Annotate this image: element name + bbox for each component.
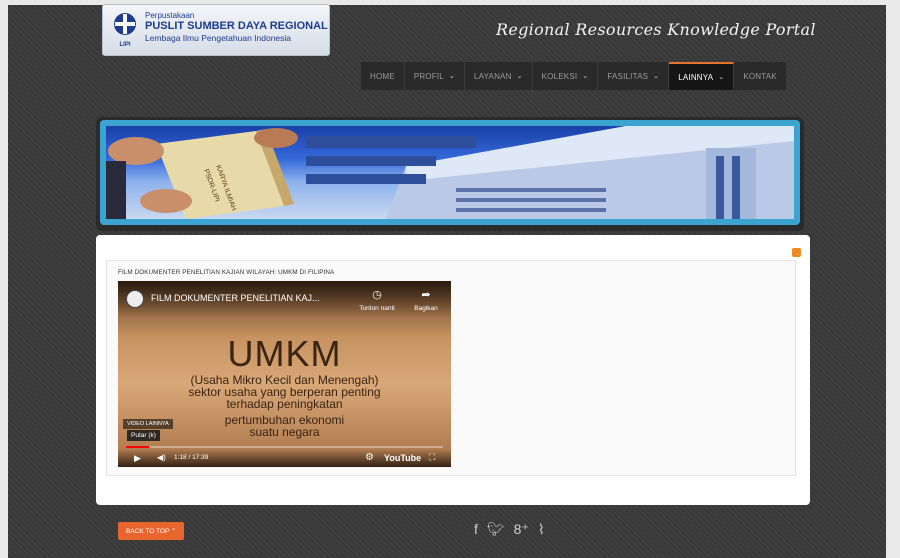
share-label: Bagikan bbox=[414, 305, 438, 312]
logo-emblem-label: LIPI bbox=[119, 42, 131, 48]
nav-label: LAYANAN bbox=[474, 71, 512, 81]
nav-item-home[interactable]: HOME bbox=[361, 62, 405, 90]
rss-feed-icon[interactable] bbox=[792, 248, 801, 257]
nav-item-profil[interactable]: PROFIL ⌄ bbox=[405, 62, 465, 90]
nav-label: KONTAK bbox=[743, 71, 777, 81]
chevron-down-icon: ⌄ bbox=[653, 73, 660, 80]
chevron-down-icon: ⌄ bbox=[516, 73, 523, 80]
play-icon[interactable]: ▶ bbox=[134, 453, 141, 464]
youtube-logo[interactable]: YouTube bbox=[384, 453, 421, 463]
clock-icon: ◷ bbox=[372, 289, 382, 301]
google-plus-icon[interactable]: 8⁺ bbox=[514, 521, 529, 538]
share-button[interactable]: ➦ Bagikan bbox=[406, 289, 446, 312]
video-title[interactable]: FILM DOKUMENTER PENELITIAN KAJ... bbox=[151, 293, 320, 303]
article-title: FILM DOKUMENTER PENELITIAN KAJIAN WILAYA… bbox=[118, 269, 335, 276]
chevron-down-icon: ⌄ bbox=[718, 74, 725, 81]
play-tooltip: Putar (k) bbox=[127, 430, 160, 441]
video-controls: ▶ ◀) 1:18 / 17:39 ⚙ YouTube ⛶ bbox=[118, 449, 451, 467]
video-headline: UMKM bbox=[227, 333, 342, 374]
main-nav: HOME PROFIL ⌄ LAYANAN ⌄ KOLEKSI ⌄ FASILITAS… bbox=[361, 62, 787, 90]
fullscreen-icon[interactable]: ⛶ bbox=[429, 452, 435, 463]
video-time: 1:18 / 17:39 bbox=[174, 454, 209, 461]
nav-item-fasilitas[interactable]: FASILITAS ⌄ bbox=[598, 62, 670, 90]
rss-icon[interactable]: ⌇ bbox=[538, 521, 545, 538]
twitter-icon[interactable]: 🐦︎ bbox=[487, 521, 505, 538]
back-to-top-button[interactable]: BACK TO TOP ⌃ bbox=[118, 522, 185, 540]
nav-item-kontak[interactable]: KONTAK bbox=[734, 62, 787, 90]
logo-line-1: Perpustakaan bbox=[145, 11, 195, 20]
chevron-down-icon: ⌄ bbox=[582, 73, 589, 80]
nav-label: FASILITAS bbox=[607, 71, 649, 81]
nav-label: PROFIL bbox=[413, 71, 444, 81]
site-logo[interactable]: LIPI Perpustakaan PUSLIT SUMBER DAYA REG… bbox=[102, 4, 330, 56]
video-progress-fill bbox=[126, 446, 150, 448]
facebook-icon[interactable]: f bbox=[474, 521, 478, 538]
nav-item-layanan[interactable]: LAYANAN ⌄ bbox=[465, 62, 533, 90]
video-text-line-3: terhadap peningkatan bbox=[226, 397, 343, 411]
chevron-down-icon: ⌄ bbox=[448, 73, 455, 80]
banner-illustration: KARYA ILMIAH PSDR-LIPI bbox=[106, 126, 794, 219]
watch-later-button[interactable]: ◷ Tonton nanti bbox=[352, 289, 402, 312]
watch-later-label: Tonton nanti bbox=[359, 305, 395, 312]
settings-gear-icon[interactable]: ⚙ bbox=[365, 452, 374, 463]
nav-label: KOLEKSI bbox=[541, 71, 578, 81]
logo-line-3: Lembaga Ilmu Pengetahuan Indonesia bbox=[145, 33, 292, 43]
nav-label: LAINNYA bbox=[678, 72, 714, 82]
video-progress-bar[interactable] bbox=[126, 446, 443, 448]
share-arrow-icon: ➦ bbox=[421, 289, 431, 301]
logo-line-2: PUSLIT SUMBER DAYA REGIONAL bbox=[145, 20, 328, 32]
nav-item-lainnya[interactable]: LAINNYA ⌄ bbox=[669, 62, 735, 90]
banner: KARYA ILMIAH PSDR-LIPI bbox=[100, 120, 800, 225]
social-links: f 🐦︎ 8⁺ ⌇ bbox=[474, 521, 545, 538]
banner-image: KARYA ILMIAH PSDR-LIPI bbox=[106, 126, 794, 219]
channel-avatar[interactable] bbox=[126, 290, 144, 308]
more-videos-label[interactable]: VIDEO LAINNYA bbox=[123, 419, 173, 429]
nav-item-koleksi[interactable]: KOLEKSI ⌄ bbox=[533, 62, 599, 90]
site-title: Regional Resources Knowledge Portal bbox=[496, 20, 816, 39]
embedded-video[interactable]: FILM DOKUMENTER PENELITIAN KAJ... ◷ Tont… bbox=[118, 281, 451, 467]
volume-icon[interactable]: ◀) bbox=[157, 453, 166, 462]
nav-label: HOME bbox=[370, 71, 395, 81]
